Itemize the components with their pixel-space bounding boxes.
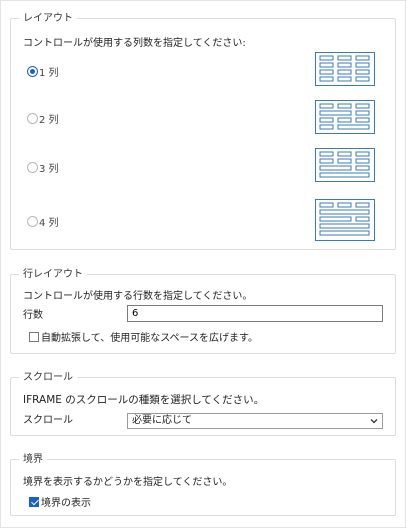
- scroll-select-value: 必要に応じて: [132, 415, 192, 426]
- radio-2-column-button[interactable]: [27, 113, 38, 124]
- three-column-layout-icon: [315, 148, 375, 182]
- radio-4-column-label: 4 列: [39, 218, 59, 229]
- radio-1-column[interactable]: 1 列: [27, 64, 59, 79]
- radio-3-column-label: 3 列: [39, 164, 59, 175]
- show-border-option[interactable]: 境界の表示: [29, 494, 91, 509]
- border-legend: 境界: [19, 453, 47, 466]
- row-layout-legend: 行レイアウト: [19, 268, 87, 281]
- radio-2-column-label: 2 列: [39, 115, 59, 126]
- layout-group: レイアウト コントロールが使用する列数を指定してください: 1 列 2 列 3 …: [10, 12, 396, 250]
- scroll-group: スクロール IFRAME のスクロールの種類を選択してください。 スクロール 必…: [10, 371, 396, 436]
- layout-description: コントロールが使用する列数を指定してください:: [23, 38, 246, 49]
- scroll-legend: スクロール: [19, 371, 77, 384]
- row-layout-description: コントロールが使用する行数を指定してください。: [23, 291, 253, 302]
- radio-3-column[interactable]: 3 列: [27, 160, 59, 175]
- one-column-layout-icon: [315, 52, 375, 86]
- rows-label: 行数: [23, 310, 43, 321]
- layout-legend: レイアウト: [19, 12, 77, 25]
- border-description: 境界を表示するかどうかを指定してください。: [23, 477, 233, 488]
- radio-1-column-button[interactable]: [27, 66, 38, 77]
- radio-1-column-label: 1 列: [39, 68, 59, 79]
- chevron-down-icon: [370, 419, 378, 424]
- four-column-layout-icon: [315, 199, 375, 241]
- rows-input[interactable]: [127, 305, 383, 322]
- scroll-label: スクロール: [23, 415, 73, 426]
- show-border-checkbox[interactable]: [29, 496, 39, 507]
- radio-2-column[interactable]: 2 列: [27, 111, 59, 126]
- radio-4-column[interactable]: 4 列: [27, 214, 59, 229]
- radio-4-column-button[interactable]: [27, 216, 38, 227]
- radio-3-column-button[interactable]: [27, 162, 38, 173]
- show-border-label: 境界の表示: [41, 498, 91, 509]
- scroll-description: IFRAME のスクロールの種類を選択してください。: [23, 394, 265, 406]
- auto-expand-option[interactable]: 自動拡張して、使用可能なスペースを広げます。: [29, 329, 258, 344]
- two-column-layout-icon: [315, 100, 375, 134]
- auto-expand-checkbox[interactable]: [29, 331, 39, 342]
- scroll-select[interactable]: 必要に応じて: [127, 413, 383, 429]
- row-layout-group: 行レイアウト コントロールが使用する行数を指定してください。 行数 自動拡張して…: [10, 268, 396, 354]
- border-group: 境界 境界を表示するかどうかを指定してください。 境界の表示: [10, 453, 396, 516]
- auto-expand-label: 自動拡張して、使用可能なスペースを広げます。: [41, 333, 258, 344]
